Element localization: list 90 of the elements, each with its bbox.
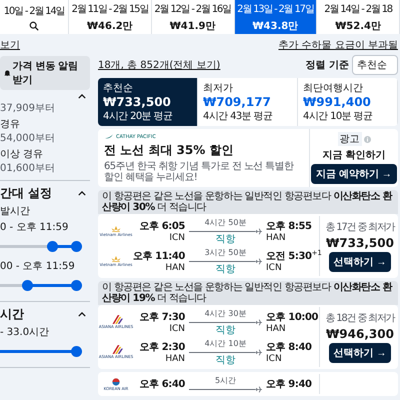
slider-thumb[interactable] (46, 241, 58, 252)
slider-range: 0 - 오후 11:59 (0, 221, 70, 234)
slider-label: 발시간 (0, 205, 31, 218)
arrival-time: 오후 8:40 (266, 341, 312, 354)
date-tab[interactable]: 2월 13일 - 2월 17일 ₩43.8만 (234, 0, 318, 34)
filter-title: 간대 설정 (0, 185, 52, 202)
departure-time: 오후 6:05 (139, 220, 185, 233)
airport-code: HAN (266, 324, 287, 334)
caret-up-icon[interactable] (78, 312, 86, 317)
route-line (189, 231, 255, 232)
search-icon (29, 20, 39, 30)
arrival-time: 오후 10:00 (266, 311, 318, 324)
sort-tab[interactable]: 최단여행시간 ₩991,400 4시간 10분 평균 (298, 78, 398, 126)
route-line (189, 322, 255, 323)
slider-range: 00 - 오후 11:59 (0, 260, 76, 273)
emission-note: 이 항공편은 같은 노선을 운항하는 일반적인 항공편보다 이산화탄소 환산량이 19% 더 적습니다 (98, 281, 398, 305)
airport-code: HAN (165, 354, 185, 364)
caret-up-icon[interactable] (78, 191, 86, 196)
flight-duration: 4시간 30분 (204, 308, 246, 319)
info-icon (364, 136, 370, 142)
baggage-fee-link[interactable]: 추가 수하물 요금이 부과될 (278, 38, 398, 52)
price-alert-button[interactable]: 가격 변동 알림 받기 (0, 56, 90, 90)
arrival-time: 오후 8:55 (266, 220, 312, 233)
departure-time: 오후 11:40 (132, 250, 185, 263)
sort-dropdown[interactable]: 추천순 (352, 55, 398, 75)
route-line (189, 389, 255, 390)
flight-duration: 5시간 (214, 375, 236, 386)
circle-logo-icon (112, 378, 120, 386)
ad-text: 65주년 한국 취항 기념 특가로 전 노선 특별한 할인 혜택을 누리세요! (104, 161, 295, 183)
plane-icon (255, 258, 262, 265)
slider-thumb[interactable] (71, 346, 82, 357)
slider-range: - 33.0시간 (0, 326, 50, 339)
results-count-link[interactable]: 18개, 총 852개(전체 보기) (98, 58, 220, 72)
slider-thumb[interactable] (71, 241, 82, 252)
lotus-logo-icon (110, 226, 122, 232)
date-tab[interactable]: 10일 - 2월 14일 (0, 0, 69, 34)
filter-option-label: 이상 경유 (0, 148, 44, 161)
plane-icon (255, 386, 262, 393)
slider-thumb[interactable] (71, 280, 82, 291)
departure-time: 오후 7:30 (139, 311, 185, 324)
filter-title: 시간 (0, 306, 24, 323)
flight-price: ₩946,300 (326, 327, 394, 341)
airport-code: HAN (266, 233, 287, 243)
option-price: 54,000부터 (0, 132, 56, 145)
airport-code: ICN (169, 233, 185, 243)
filter-option-label: 경유 (0, 118, 21, 131)
flight-duration: 3시간 50분 (204, 247, 246, 258)
date-tab[interactable]: 2월 14일 - 2월 18 ₩52.4만 (317, 0, 400, 34)
caret-up-icon[interactable] (78, 94, 86, 99)
lotus-logo-icon (110, 256, 122, 262)
arrival-time: 오전 5:30 (266, 250, 312, 263)
option-price: 37,909부터 (0, 102, 56, 115)
plane-icon (255, 319, 262, 326)
stops-label: 직항 (216, 235, 236, 245)
plane-icon (255, 228, 262, 235)
stops-label: 직항 (216, 265, 236, 275)
book-now-button[interactable]: 지금 예약하기 → (311, 164, 397, 184)
departure-time: 오후 2:30 (139, 341, 185, 354)
route-line (189, 352, 255, 353)
bell-icon (4, 69, 11, 77)
arrival-time: 오후 9:40 (266, 378, 312, 391)
airport-code: HAN (165, 263, 185, 273)
sort-tab[interactable]: 최저가 ₩709,177 4시간 43분 평균 (198, 78, 298, 126)
bird-logo-icon (104, 133, 114, 140)
deal-note: 총 17건 중 최저가 (325, 221, 395, 234)
airport-code: ICN (266, 354, 283, 364)
deal-note: 총 18건 중 최저가 (325, 312, 395, 325)
flight-price: ₩733,500 (326, 236, 394, 250)
select-button[interactable]: 선택하기 → (328, 343, 392, 363)
route-line (189, 261, 255, 262)
departure-time: 오후 6:40 (139, 378, 185, 391)
airport-code: ICN (169, 324, 185, 334)
date-tab[interactable]: 2월 11일 - 2월 15일 ₩46.2만 (69, 0, 152, 34)
plane-icon (255, 349, 262, 356)
flight-duration: 4시간 10분 (204, 338, 246, 349)
view-link[interactable]: 보기 (0, 38, 90, 52)
sort-label: 정렬 기준 (306, 59, 349, 72)
sort-tab[interactable]: 추천순 ₩733,500 4시간 20분 평균 (98, 78, 198, 126)
airport-code: ICN (266, 263, 283, 273)
select-button[interactable]: 선택하기 → (328, 252, 392, 272)
emission-note: 이 항공편은 같은 노선을 운항하는 일반적인 항공편보다 이산화탄소 환산량이 30% 더 적습니다 (98, 190, 398, 214)
stops-label: 직항 (216, 326, 236, 336)
ad-badge: 광고 (338, 132, 362, 146)
stops-label: 직항 (216, 356, 236, 366)
slider-thumb[interactable] (22, 280, 34, 291)
day-offset: +1 (312, 249, 322, 257)
option-price: 01,600부터 (0, 162, 56, 175)
ad-headline: 전 노선 최대 35% 할인 (104, 142, 234, 159)
flight-duration: 4시간 50분 (204, 217, 246, 228)
ad-cta-text: 지금 확인하기 (322, 149, 386, 162)
